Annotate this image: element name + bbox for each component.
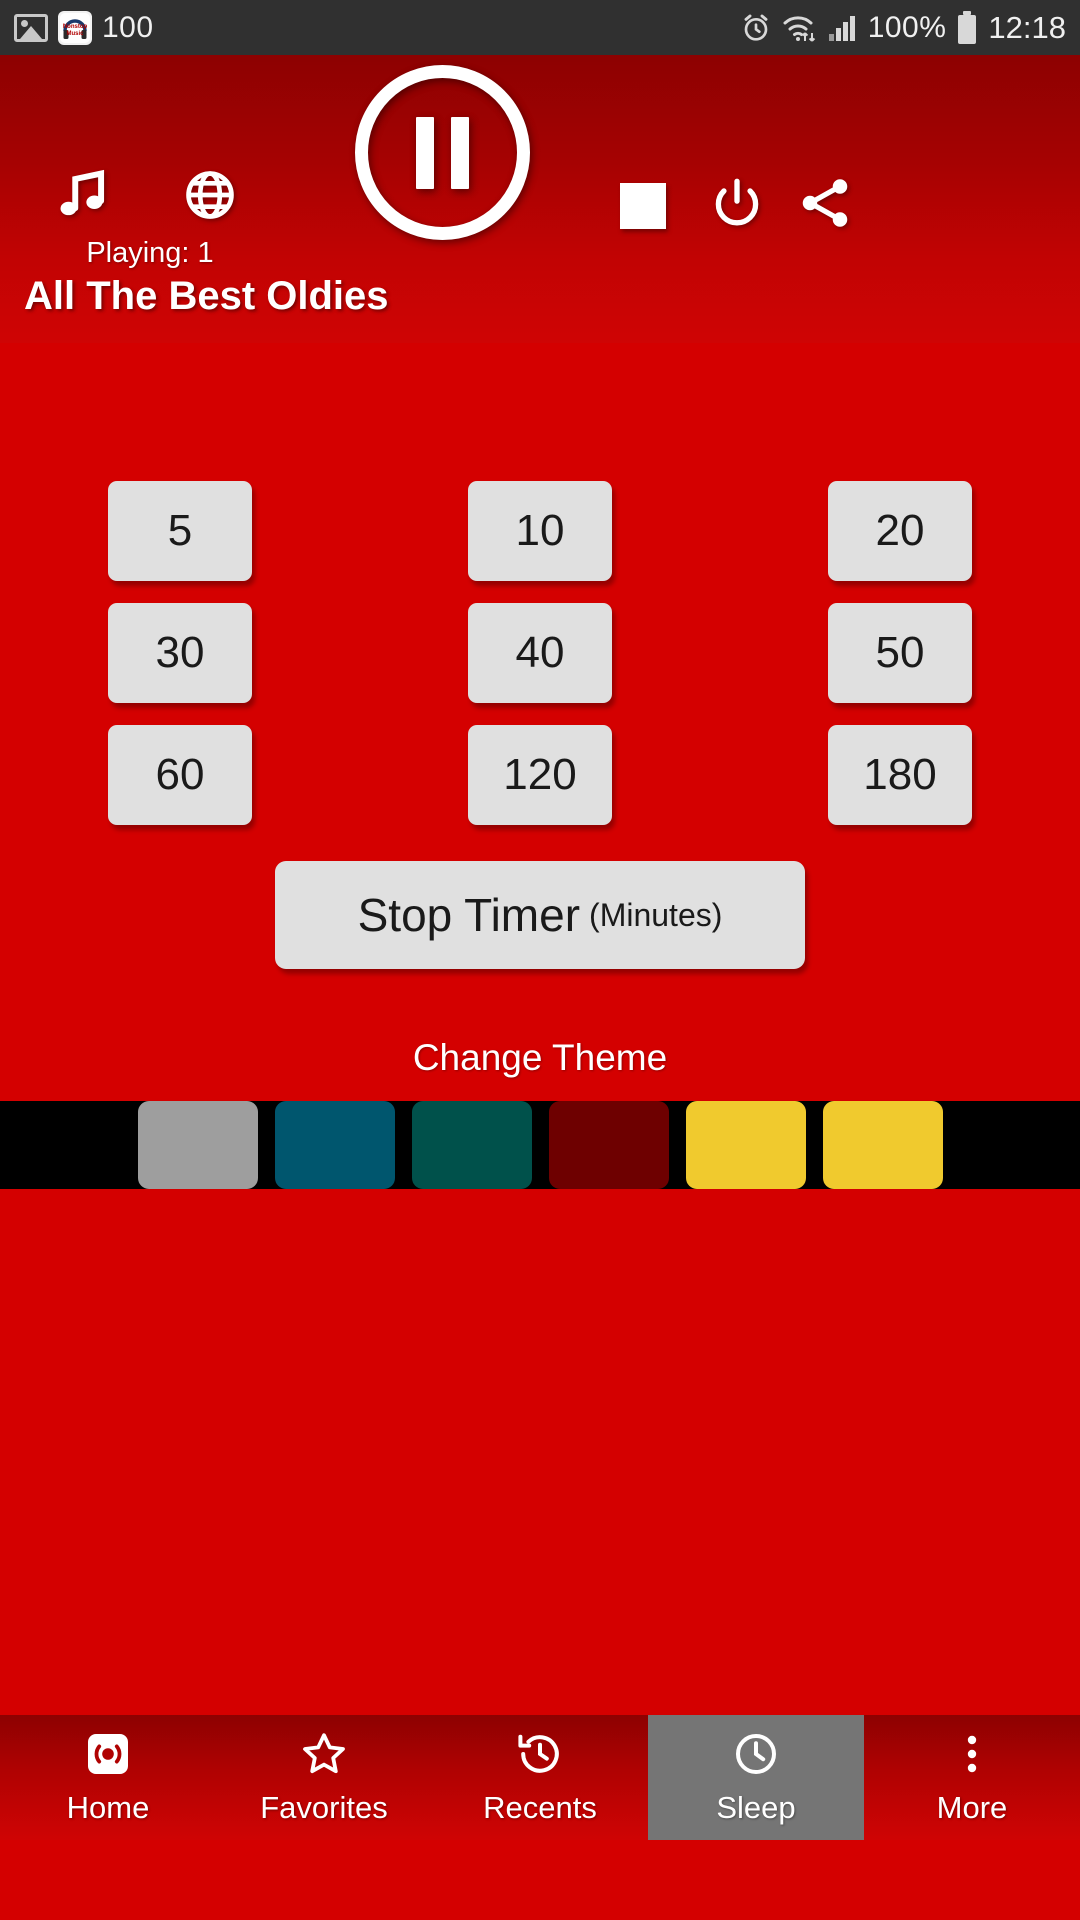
- gallery-icon: [14, 13, 48, 42]
- globe-glyph: [186, 171, 234, 219]
- timer-button[interactable]: 120: [468, 725, 612, 825]
- share-icon[interactable]: [795, 173, 855, 238]
- signal-icon: [828, 15, 855, 41]
- app-icon: Nonstop Music: [58, 10, 92, 45]
- play-pause-button[interactable]: [355, 65, 530, 240]
- timer-button[interactable]: 30: [108, 603, 252, 703]
- timer-button[interactable]: 10: [468, 481, 612, 581]
- status-bar-left: Nonstop Music 100: [14, 10, 154, 45]
- timer-button[interactable]: 40: [468, 603, 612, 703]
- playing-status: Playing: 1: [86, 237, 214, 269]
- alarm-icon: [744, 14, 768, 41]
- theme-swatch-black[interactable]: [137, 1101, 258, 1189]
- theme-swatch-gray[interactable]: [274, 1101, 395, 1189]
- music-note-icon[interactable]: [52, 163, 114, 225]
- theme-swatch-yellow[interactable]: [822, 1101, 943, 1189]
- broadcast-icon: [84, 1730, 132, 1778]
- theme-swatch-green[interactable]: [548, 1101, 669, 1189]
- nav-item-favorites[interactable]: Favorites: [216, 1715, 432, 1840]
- notification-count: 100: [102, 10, 154, 44]
- stop-timer-row: Stop Timer (Minutes): [0, 861, 1080, 969]
- history-icon: [516, 1730, 564, 1778]
- timer-button[interactable]: 20: [828, 481, 972, 581]
- nav-label-sleep: Sleep: [716, 1789, 796, 1825]
- battery-percent: 100%: [867, 10, 947, 44]
- wifi-icon: [783, 15, 815, 42]
- app-logo-icon: Nonstop Music: [60, 12, 90, 43]
- nav-item-recents[interactable]: Recents: [432, 1715, 648, 1840]
- change-theme-title: Change Theme: [412, 1037, 668, 1078]
- svg-text:Music: Music: [66, 31, 84, 37]
- pause-bar-left: [416, 116, 434, 189]
- clock-time: 12:18: [988, 9, 1066, 45]
- nav-item-home[interactable]: Home: [0, 1715, 216, 1840]
- nav-label-home: Home: [66, 1789, 150, 1825]
- star-glyph: [303, 1732, 345, 1773]
- broadcast-glyph: [88, 1733, 128, 1774]
- bottom-navigation: Home Favorites Recents Sleep More: [0, 1715, 1080, 1840]
- timer-button[interactable]: 60: [108, 725, 252, 825]
- nav-item-sleep[interactable]: Sleep: [648, 1715, 864, 1840]
- globe-icon[interactable]: [182, 167, 238, 223]
- theme-swatch-row: [0, 1101, 1080, 1189]
- stop-icon[interactable]: [620, 183, 666, 229]
- more-vertical-glyph: [967, 1735, 977, 1772]
- power-icon[interactable]: [708, 175, 766, 238]
- theme-swatch-blue[interactable]: [411, 1101, 532, 1189]
- clock-glyph: [736, 1733, 776, 1774]
- clock-icon: [732, 1730, 780, 1778]
- svg-text:Nonstop: Nonstop: [63, 24, 88, 30]
- nav-label-recents: Recents: [483, 1789, 597, 1825]
- player-header: Playing: 1 All The Best Oldies: [0, 55, 1080, 343]
- power-glyph: [715, 178, 759, 226]
- pause-bar-right: [451, 116, 469, 189]
- history-glyph: [518, 1734, 559, 1773]
- timer-button[interactable]: 5: [108, 481, 252, 581]
- stop-timer-unit: (Minutes): [589, 896, 723, 933]
- theme-swatch-maroon[interactable]: [685, 1101, 806, 1189]
- timer-button-grid: 5 10 20 30 40 50 60 120 180: [0, 343, 1080, 825]
- nav-label-more: More: [936, 1789, 1008, 1825]
- more-vertical-icon: [948, 1730, 996, 1778]
- station-name: All The Best Oldies: [24, 274, 389, 318]
- music-note-glyph: [60, 169, 105, 216]
- timer-button[interactable]: 50: [828, 603, 972, 703]
- status-bar-right: 100% 12:18: [740, 10, 1066, 46]
- sleep-timer-screen: 5 10 20 30 40 50 60 120 180 Stop Timer (…: [0, 343, 1080, 1840]
- stop-timer-label: Stop Timer: [357, 889, 581, 941]
- star-icon: [300, 1730, 348, 1778]
- status-bar: Nonstop Music 100 100% 12:18: [0, 0, 1080, 55]
- share-glyph: [802, 179, 848, 227]
- nav-item-more[interactable]: More: [864, 1715, 1080, 1840]
- stop-timer-button[interactable]: Stop Timer (Minutes): [275, 861, 805, 969]
- nav-label-favorites: Favorites: [260, 1789, 388, 1825]
- battery-icon: [958, 10, 977, 44]
- timer-button[interactable]: 180: [828, 725, 972, 825]
